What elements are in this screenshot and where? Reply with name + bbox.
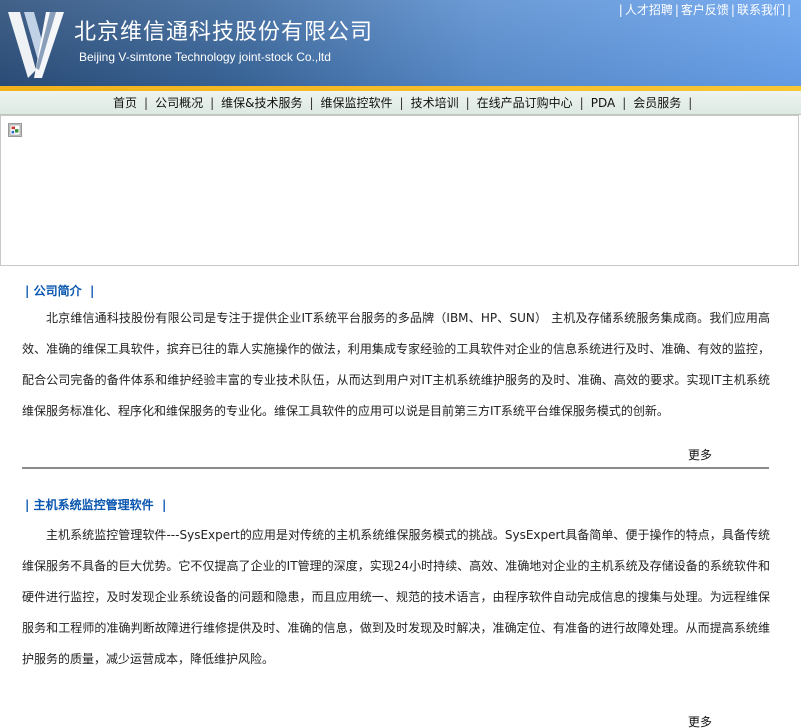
- nav-item-about[interactable]: 公司概况: [155, 96, 203, 110]
- link-feedback[interactable]: 客户反馈: [681, 3, 729, 17]
- nav-item-monitoring-software[interactable]: 维保监控软件: [321, 96, 393, 110]
- section-title-monitoring-software: | 主机系统监控管理软件 |: [25, 498, 167, 512]
- link-contact[interactable]: 联系我们: [737, 3, 785, 17]
- more-link-monitoring-software[interactable]: 更多: [688, 713, 712, 728]
- nav-item-maintenance-services[interactable]: 维保&技术服务: [221, 96, 302, 110]
- nav-item-pda[interactable]: PDA: [591, 96, 615, 110]
- nav-item-members[interactable]: 会员服务: [633, 96, 681, 110]
- banner-area: [0, 115, 799, 266]
- nav-items: 首页 | 公司概况 | 维保&技术服务 | 维保监控软件 | 技术培训 | 在线产品订购中心 | PDA…: [113, 96, 693, 110]
- section-divider: [22, 467, 769, 469]
- nav-item-training[interactable]: 技术培训: [411, 96, 459, 110]
- company-name-cn: 北京维信通科技股份有限公司: [74, 20, 374, 45]
- broken-image-icon: [8, 123, 22, 137]
- link-careers[interactable]: 人才招聘: [625, 3, 673, 17]
- top-links: | 人才招聘 | 客户反馈 | 联系我们 |: [618, 3, 791, 17]
- company-logo-icon: [8, 12, 64, 78]
- section-title-company-intro: | 公司简介 |: [25, 284, 95, 298]
- site-header: 北京维信通科技股份有限公司 Beijing V-simtone Technolo…: [0, 0, 801, 86]
- monitoring-software-text: 主机系统监控管理软件---SysExpert的应用是对传统的主机系统维保服务模式…: [22, 528, 770, 666]
- company-name-en: Beijing V-simtone Technology joint-stock…: [79, 50, 331, 64]
- nav-item-online-store[interactable]: 在线产品订购中心: [477, 96, 573, 110]
- main-nav: 首页 | 公司概况 | 维保&技术服务 | 维保监控软件 | 技术培训 | 在线产品订购中心 | PDA…: [0, 91, 801, 115]
- nav-item-home[interactable]: 首页: [113, 96, 137, 110]
- more-link-company-intro[interactable]: 更多: [688, 446, 712, 463]
- company-intro-text: 北京维信通科技股份有限公司是专注于提供企业IT系统平台服务的多品牌（IBM、HP…: [22, 311, 770, 418]
